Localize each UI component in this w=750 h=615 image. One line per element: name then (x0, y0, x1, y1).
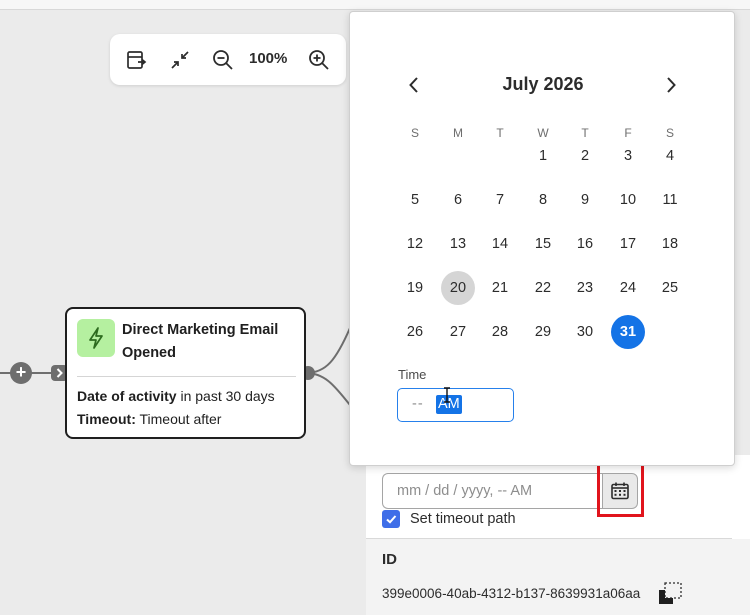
calendar-day-29[interactable]: 29 (526, 315, 560, 349)
canvas-toolbar: 100% (110, 34, 346, 85)
time-label: Time (398, 367, 427, 382)
calendar-day-2[interactable]: 2 (568, 139, 602, 173)
timeout-label: Timeout: (77, 411, 136, 427)
timeout-path-checkbox[interactable] (382, 510, 400, 528)
calendar-day-31[interactable]: 31 (611, 315, 645, 349)
calendar-day-11[interactable]: 11 (653, 183, 687, 217)
zoom-in-icon[interactable] (306, 47, 332, 73)
calendar-day-26[interactable]: 26 (398, 315, 432, 349)
calendar-day-6[interactable]: 6 (441, 183, 475, 217)
calendar-day-14[interactable]: 14 (483, 227, 517, 261)
divider (366, 538, 732, 539)
calendar-day-10[interactable]: 10 (611, 183, 645, 217)
calendar-day-8[interactable]: 8 (526, 183, 560, 217)
calendar-day-17[interactable]: 17 (611, 227, 645, 261)
checkmark-icon (386, 515, 397, 524)
calendar-day-5[interactable]: 5 (398, 183, 432, 217)
lightning-icon (77, 319, 115, 357)
calendar-day-19[interactable]: 19 (398, 271, 432, 305)
weekday-label: F (624, 126, 632, 140)
calendar-day-18[interactable]: 18 (653, 227, 687, 261)
id-value: 399e0006-40ab-4312-b137-8639931a06aa (382, 586, 641, 601)
time-placeholder[interactable]: -- (412, 396, 424, 412)
zoom-level[interactable]: 100% (249, 50, 287, 67)
properties-panel-lower (366, 539, 750, 615)
calendar-day-20[interactable]: 20 (441, 271, 475, 305)
add-node-icon[interactable]: + (10, 362, 32, 384)
calendar-day-16[interactable]: 16 (568, 227, 602, 261)
timeout-value: Timeout after (135, 411, 222, 427)
node-timeout: Timeout: Timeout after (77, 411, 221, 427)
weekday-label: T (496, 126, 504, 140)
text-cursor-icon (444, 387, 450, 403)
collapse-icon[interactable] (167, 47, 193, 73)
zoom-out-icon[interactable] (210, 47, 236, 73)
calendar-day-1[interactable]: 1 (526, 139, 560, 173)
condition-label: Date of activity (77, 388, 177, 404)
calendar-day-24[interactable]: 24 (611, 271, 645, 305)
timeout-date-input[interactable]: mm / dd / yyyy, -- AM (382, 473, 602, 509)
chevron-right-icon[interactable] (658, 72, 684, 98)
weekday-label: S (410, 126, 419, 140)
calendar-day-27[interactable]: 27 (441, 315, 475, 349)
highlight-box (597, 463, 644, 517)
divider (77, 376, 296, 377)
calendar-day-7[interactable]: 7 (483, 183, 517, 217)
node-condition: Date of activity in past 30 days (77, 388, 275, 404)
calendar-day-12[interactable]: 12 (398, 227, 432, 261)
event-node-card[interactable]: Direct Marketing Email Opened Date of ac… (65, 307, 306, 439)
top-strip (0, 0, 750, 10)
calendar-day-13[interactable]: 13 (441, 227, 475, 261)
calendar-day-22[interactable]: 22 (526, 271, 560, 305)
calendar-day-30[interactable]: 30 (568, 315, 602, 349)
branch-connector (306, 327, 351, 406)
copy-icon[interactable] (657, 582, 683, 606)
calendar-day-4[interactable]: 4 (653, 139, 687, 173)
id-heading: ID (382, 551, 397, 568)
weekday-label: S (665, 126, 674, 140)
time-input[interactable]: -- AM (397, 387, 514, 422)
calendar-day-9[interactable]: 9 (568, 183, 602, 217)
calendar-day-25[interactable]: 25 (653, 271, 687, 305)
weekday-label: M (453, 126, 463, 140)
calendar-day-28[interactable]: 28 (483, 315, 517, 349)
weekday-label: T (581, 126, 589, 140)
calendar-day-23[interactable]: 23 (568, 271, 602, 305)
condition-value: in past 30 days (176, 388, 275, 404)
node-title: Direct Marketing Email Opened (122, 322, 279, 361)
fit-canvas-icon[interactable] (123, 47, 149, 73)
calendar-day-21[interactable]: 21 (483, 271, 517, 305)
weekday-label: W (537, 126, 549, 140)
calendar-day-3[interactable]: 3 (611, 139, 645, 173)
timeout-path-label[interactable]: Set timeout path (410, 511, 516, 527)
calendar-day-15[interactable]: 15 (526, 227, 560, 261)
